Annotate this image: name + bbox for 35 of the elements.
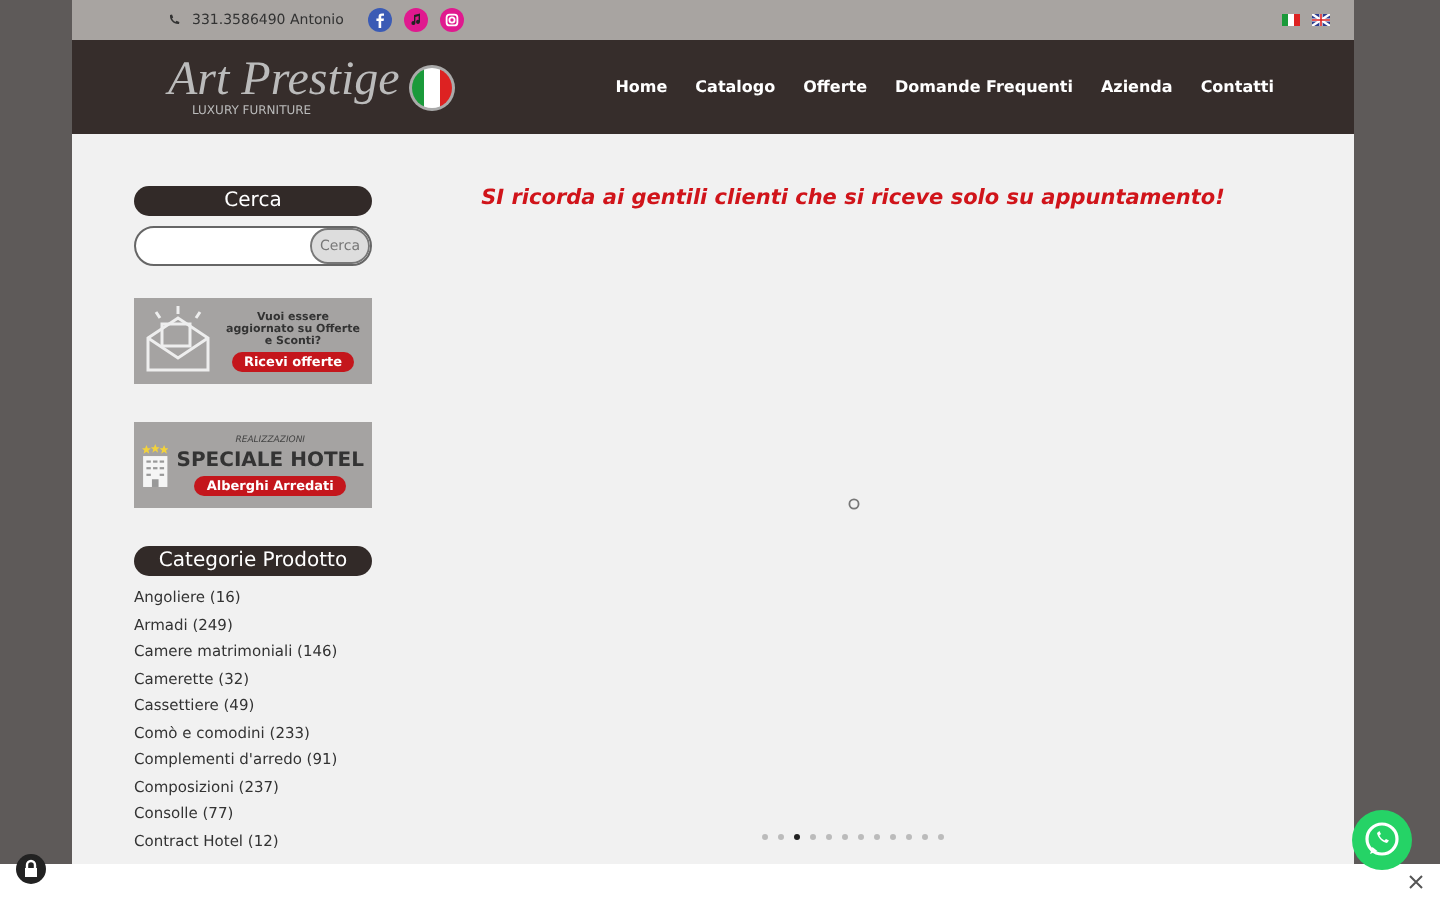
loading-icon (847, 498, 859, 510)
flag-icon[interactable] (1282, 14, 1300, 26)
flag-icon[interactable] (1312, 14, 1330, 26)
camera-icon[interactable] (439, 8, 464, 32)
slider-dot[interactable] (858, 834, 864, 840)
slider-dot[interactable] (842, 834, 848, 840)
slider-dot[interactable] (890, 834, 896, 840)
slider-dot[interactable] (778, 834, 784, 840)
widget-title: Cerca (134, 186, 372, 216)
slider-dot[interactable] (810, 834, 816, 840)
envelope-icon (142, 305, 214, 377)
slider-dot[interactable] (826, 834, 832, 840)
nav-link[interactable]: Catalogo (695, 78, 776, 96)
slider-dot[interactable] (762, 834, 768, 840)
nav-link[interactable]: Azienda (1100, 78, 1173, 96)
slider-dot[interactable] (874, 834, 880, 840)
italy-badge-icon (407, 63, 456, 111)
notice-text: SI ricorda ai gentili clienti che si riceve solo su appuntamento! (481, 186, 1225, 210)
nav-link[interactable]: Offerte (803, 78, 868, 96)
nav-link[interactable]: Contatti (1200, 78, 1274, 96)
slider-dot[interactable] (922, 834, 928, 840)
slider-dot[interactable] (906, 834, 912, 840)
slider-dot[interactable] (794, 834, 800, 840)
music-note-icon[interactable] (403, 8, 428, 32)
nav-link[interactable]: Domande Frequenti (895, 78, 1073, 96)
close-icon[interactable] (1408, 874, 1424, 890)
facebook-icon[interactable] (367, 8, 392, 32)
logo-title: Art Prestige (168, 56, 400, 104)
slider-dot[interactable] (938, 834, 944, 840)
banner-title: SPECIALE HOTEL (176, 449, 364, 471)
widget-title: Categorie Prodotto (134, 546, 372, 576)
phone-icon (168, 14, 180, 26)
whatsapp-icon[interactable] (1352, 810, 1412, 870)
lock-icon[interactable] (16, 854, 46, 884)
nav-link[interactable]: Home (615, 78, 668, 96)
